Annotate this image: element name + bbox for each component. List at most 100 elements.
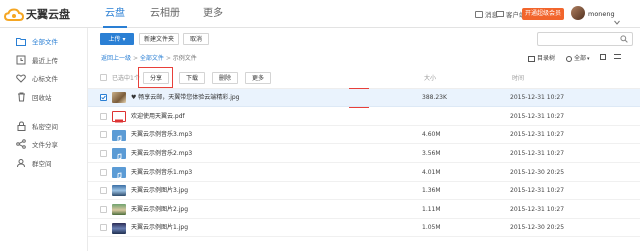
select-all-checkbox[interactable] xyxy=(100,74,107,81)
row-checkbox[interactable] xyxy=(100,131,107,139)
audio-file-icon xyxy=(112,166,126,180)
folder-icon xyxy=(16,36,26,46)
file-size: 4.01M xyxy=(422,168,441,176)
upload-button[interactable]: 上传 ▾ xyxy=(100,33,134,45)
column-header-time[interactable]: 时间 xyxy=(512,74,524,84)
sidebar-item-recent-uploads[interactable]: 最近上传 xyxy=(0,51,88,69)
sidebar-item-private-space[interactable]: 私密空间 xyxy=(0,117,88,135)
image-thumbnail xyxy=(112,185,126,197)
row-checkbox[interactable] xyxy=(100,205,107,213)
new-folder-button[interactable]: 新建文件夹 xyxy=(139,33,179,45)
sidebar-item-group-space[interactable]: 群空间 xyxy=(0,154,88,172)
sidebar-item-label: 文件分享 xyxy=(32,141,58,149)
file-size: 388.23K xyxy=(422,94,447,102)
top-bar: 天翼云盘 云盘 云相册 更多 消息 客户端 开通超级会员 moneng xyxy=(0,0,640,28)
file-date: 2015-12-31 10:27 xyxy=(510,187,565,195)
messages-link[interactable]: 消息 xyxy=(475,0,498,28)
caret-down-icon: ▾ xyxy=(587,56,590,62)
sidebar: 全部文件 最近上传 心标文件 回收站 私密空间 文件分享 群空间 xyxy=(0,28,88,251)
sort-icon xyxy=(566,56,572,62)
sidebar-item-label: 群空间 xyxy=(32,160,52,168)
sidebar-item-starred[interactable]: 心标文件 xyxy=(0,69,88,87)
file-name[interactable]: 天翼云示例音乐1.mp3 xyxy=(131,168,192,178)
tree-icon xyxy=(528,56,535,62)
username[interactable]: moneng xyxy=(588,8,615,20)
row-checkbox[interactable] xyxy=(100,224,107,232)
directory-tree-toggle[interactable]: 目录树 xyxy=(528,54,555,64)
file-size: 3.56M xyxy=(422,149,441,157)
file-date: 2015-12-31 10:27 xyxy=(510,112,565,120)
file-name[interactable]: ♥ 畅享云邮，天翼带您体验云端精彩.jpg xyxy=(131,93,239,103)
monitor-icon xyxy=(496,11,504,17)
sort-label: 全部 xyxy=(574,55,587,62)
row-checkbox[interactable] xyxy=(100,149,107,157)
file-name[interactable]: 天翼云示例图片2.jpg xyxy=(131,205,188,215)
sidebar-item-recycle-bin[interactable]: 回收站 xyxy=(0,88,88,106)
file-size: 1.05M xyxy=(422,224,441,232)
more-button[interactable]: 更多 xyxy=(245,72,271,84)
grid-view-toggle[interactable] xyxy=(600,54,606,60)
file-name[interactable]: 天翼云示例音乐2.mp3 xyxy=(131,149,192,159)
column-header-size[interactable]: 大小 xyxy=(424,74,436,84)
share-icon xyxy=(16,139,26,149)
directory-tree-label: 目录树 xyxy=(537,55,556,62)
avatar[interactable] xyxy=(571,6,585,20)
file-name[interactable]: 天翼云示例图片3.jpg xyxy=(131,186,188,196)
tab-cloud-disk[interactable]: 云盘 xyxy=(103,0,127,28)
caret-down-icon: ▾ xyxy=(122,36,126,43)
pdf-file-icon xyxy=(112,111,126,123)
list-icon xyxy=(614,54,621,59)
sort-dropdown[interactable]: 全部 ▾ xyxy=(566,54,590,64)
file-size: 1.36M xyxy=(422,187,441,195)
grid-icon xyxy=(600,54,606,60)
sidebar-item-label: 回收站 xyxy=(32,94,52,102)
message-icon xyxy=(475,10,483,18)
breadcrumb-separator: > xyxy=(165,55,171,62)
row-checkbox[interactable] xyxy=(100,112,107,120)
image-thumbnail xyxy=(112,92,126,104)
audio-file-icon xyxy=(112,129,126,143)
vip-button[interactable]: 开通超级会员 xyxy=(522,8,564,20)
file-date: 2015-12-31 10:27 xyxy=(510,205,565,213)
row-checkbox[interactable] xyxy=(100,94,107,102)
sidebar-item-file-share[interactable]: 文件分享 xyxy=(0,135,88,153)
download-button[interactable]: 下载 xyxy=(179,72,205,84)
tab-more[interactable]: 更多 xyxy=(203,0,223,28)
cancel-button[interactable]: 取消 xyxy=(183,33,209,45)
upload-label: 上传 xyxy=(108,36,121,43)
breadcrumb-back[interactable]: 返回上一级 xyxy=(101,55,131,62)
lock-icon xyxy=(16,121,26,131)
image-thumbnail xyxy=(112,204,126,215)
list-view-toggle[interactable] xyxy=(614,54,621,59)
file-name[interactable]: 天翼云示例图片1.jpg xyxy=(131,223,188,233)
group-icon xyxy=(16,158,26,168)
breadcrumb-separator: > xyxy=(132,55,138,62)
file-date: 2015-12-30 20:25 xyxy=(510,168,565,176)
file-name[interactable]: 天翼云示例音乐3.mp3 xyxy=(131,130,192,140)
sidebar-item-all-files[interactable]: 全部文件 xyxy=(0,32,88,50)
logo-text: 天翼云盘 xyxy=(26,8,70,21)
breadcrumb-root[interactable]: 全部文件 xyxy=(140,55,164,62)
image-thumbnail xyxy=(112,222,126,234)
clock-icon xyxy=(16,55,26,65)
sidebar-item-label: 心标文件 xyxy=(32,75,58,83)
selected-count: 已选中1个 xyxy=(112,75,140,82)
row-checkbox[interactable] xyxy=(100,168,107,176)
delete-button[interactable]: 删除 xyxy=(212,72,238,84)
tab-cloud-album[interactable]: 云相册 xyxy=(148,0,182,28)
sidebar-item-label: 全部文件 xyxy=(32,38,58,46)
file-date: 2015-12-30 20:25 xyxy=(510,224,565,232)
sidebar-item-label: 最近上传 xyxy=(32,57,58,65)
heart-icon xyxy=(16,73,26,83)
trash-icon xyxy=(16,92,26,102)
file-size: 4.60M xyxy=(422,131,441,139)
search-icon[interactable] xyxy=(620,35,628,48)
chevron-down-icon[interactable] xyxy=(614,10,620,29)
search-input[interactable] xyxy=(537,32,633,46)
cloud-logo-icon xyxy=(3,7,25,21)
breadcrumb-current: 示例文件 xyxy=(172,55,197,62)
breadcrumb: 返回上一级 > 全部文件 > 示例文件 xyxy=(101,54,197,64)
logo[interactable]: 天翼云盘 xyxy=(3,5,70,23)
row-checkbox[interactable] xyxy=(100,187,107,195)
file-name[interactable]: 欢迎使用天翼云.pdf xyxy=(131,112,185,122)
